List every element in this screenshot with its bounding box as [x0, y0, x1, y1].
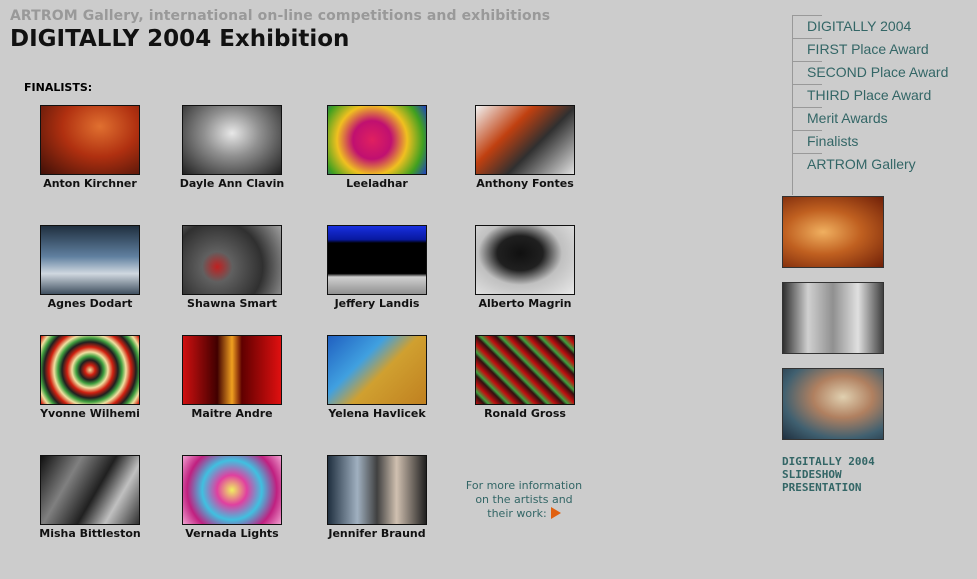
finalist-item[interactable]: Yelena Havlicek: [307, 335, 447, 420]
nav-item-label: Finalists: [807, 133, 859, 149]
finalist-name[interactable]: Misha Bittleston: [20, 527, 160, 540]
slideshow-line: DIGITALLY 2004: [782, 455, 875, 468]
finalist-item[interactable]: Misha Bittleston: [20, 455, 160, 540]
more-info-text: their work:: [487, 507, 547, 520]
slideshow-line: PRESENTATION: [782, 481, 862, 494]
finalist-thumbnail[interactable]: [40, 335, 140, 405]
finalist-item[interactable]: Shawna Smart: [162, 225, 302, 310]
finalist-thumbnail[interactable]: [475, 105, 575, 175]
finalist-name[interactable]: Jeffery Landis: [307, 297, 447, 310]
finalist-name[interactable]: Yvonne Wilhemi: [20, 407, 160, 420]
page-title: DIGITALLY 2004 Exhibition: [10, 26, 350, 52]
nav-tick: [792, 84, 822, 85]
finalist-item[interactable]: Vernada Lights: [162, 455, 302, 540]
nav-item-first-place[interactable]: FIRST Place Award: [792, 38, 948, 61]
finalist-name[interactable]: Agnes Dodart: [20, 297, 160, 310]
nav-item-label: SECOND Place Award: [807, 64, 949, 80]
finalist-item[interactable]: Anton Kirchner: [20, 105, 160, 190]
more-info-line: their work:: [456, 507, 592, 521]
nav-tick: [792, 61, 822, 62]
finalist-item[interactable]: Jeffery Landis: [307, 225, 447, 310]
more-info-line: on the artists and: [475, 493, 573, 506]
nav-tick: [792, 153, 822, 154]
finalist-name[interactable]: Ronald Gross: [455, 407, 595, 420]
finalist-thumbnail[interactable]: [182, 335, 282, 405]
finalist-name[interactable]: Yelena Havlicek: [307, 407, 447, 420]
site-subtitle: ARTROM Gallery, international on-line co…: [10, 8, 551, 24]
finalist-thumbnail[interactable]: [40, 225, 140, 295]
nav-item-second-place[interactable]: SECOND Place Award: [792, 61, 948, 84]
finalist-item[interactable]: Jennifer Braund: [307, 455, 447, 540]
finalist-item[interactable]: Ronald Gross: [455, 335, 595, 420]
slideshow-line: SLIDESHOW: [782, 468, 842, 481]
nav-tick: [792, 38, 822, 39]
finalist-thumbnail[interactable]: [327, 335, 427, 405]
finalist-item[interactable]: Yvonne Wilhemi: [20, 335, 160, 420]
finalist-thumbnail[interactable]: [327, 105, 427, 175]
side-nav: DIGITALLY 2004 FIRST Place Award SECOND …: [792, 15, 948, 195]
nav-item-finalists[interactable]: Finalists: [792, 130, 948, 153]
finalist-item[interactable]: Leeladhar: [307, 105, 447, 190]
slideshow-link[interactable]: DIGITALLY 2004 SLIDESHOW PRESENTATION: [782, 455, 875, 494]
slideshow-thumbnail[interactable]: [782, 282, 884, 354]
finalist-item[interactable]: Dayle Ann Clavin: [162, 105, 302, 190]
play-arrow-icon[interactable]: [550, 507, 561, 519]
finalist-thumbnail[interactable]: [327, 225, 427, 295]
nav-item-artrom-gallery[interactable]: ARTROM Gallery: [792, 153, 948, 176]
finalist-name[interactable]: Jennifer Braund: [307, 527, 447, 540]
finalist-thumbnail[interactable]: [182, 105, 282, 175]
finalist-item[interactable]: Maitre Andre: [162, 335, 302, 420]
nav-tick: [792, 15, 822, 16]
finalist-item[interactable]: Alberto Magrin: [455, 225, 595, 310]
finalist-name[interactable]: Shawna Smart: [162, 297, 302, 310]
finalist-name[interactable]: Maitre Andre: [162, 407, 302, 420]
slideshow-thumbnail[interactable]: [782, 368, 884, 440]
finalist-name[interactable]: Anton Kirchner: [20, 177, 160, 190]
finalists-heading: FINALISTS:: [24, 81, 93, 94]
more-info-line: For more information: [465, 479, 583, 492]
finalist-thumbnail[interactable]: [327, 455, 427, 525]
finalist-thumbnail[interactable]: [182, 455, 282, 525]
nav-tick: [792, 107, 822, 108]
finalist-thumbnail[interactable]: [40, 455, 140, 525]
finalist-item[interactable]: Anthony Fontes: [455, 105, 595, 190]
nav-item-label: THIRD Place Award: [807, 87, 932, 103]
nav-item-label: DIGITALLY 2004: [807, 18, 912, 34]
nav-item-third-place[interactable]: THIRD Place Award: [792, 84, 948, 107]
finalist-name[interactable]: Alberto Magrin: [455, 297, 595, 310]
finalist-name[interactable]: Leeladhar: [307, 177, 447, 190]
header: ARTROM Gallery, international on-line co…: [10, 8, 550, 53]
nav-item-digitally-2004[interactable]: DIGITALLY 2004: [792, 15, 948, 38]
nav-item-label: FIRST Place Award: [807, 41, 929, 57]
finalist-name[interactable]: Vernada Lights: [162, 527, 302, 540]
nav-item-label: Merit Awards: [807, 110, 888, 126]
nav-tick: [792, 130, 822, 131]
slideshow-thumbnail[interactable]: [782, 196, 884, 268]
finalist-thumbnail[interactable]: [40, 105, 140, 175]
more-info-link[interactable]: For more information on the artists and …: [456, 479, 592, 521]
finalist-name[interactable]: Anthony Fontes: [455, 177, 595, 190]
finalist-thumbnail[interactable]: [475, 225, 575, 295]
finalist-item[interactable]: Agnes Dodart: [20, 225, 160, 310]
finalist-thumbnail[interactable]: [475, 335, 575, 405]
finalist-name[interactable]: Dayle Ann Clavin: [162, 177, 302, 190]
nav-item-merit-awards[interactable]: Merit Awards: [792, 107, 948, 130]
finalist-thumbnail[interactable]: [182, 225, 282, 295]
nav-item-label: ARTROM Gallery: [807, 156, 916, 172]
